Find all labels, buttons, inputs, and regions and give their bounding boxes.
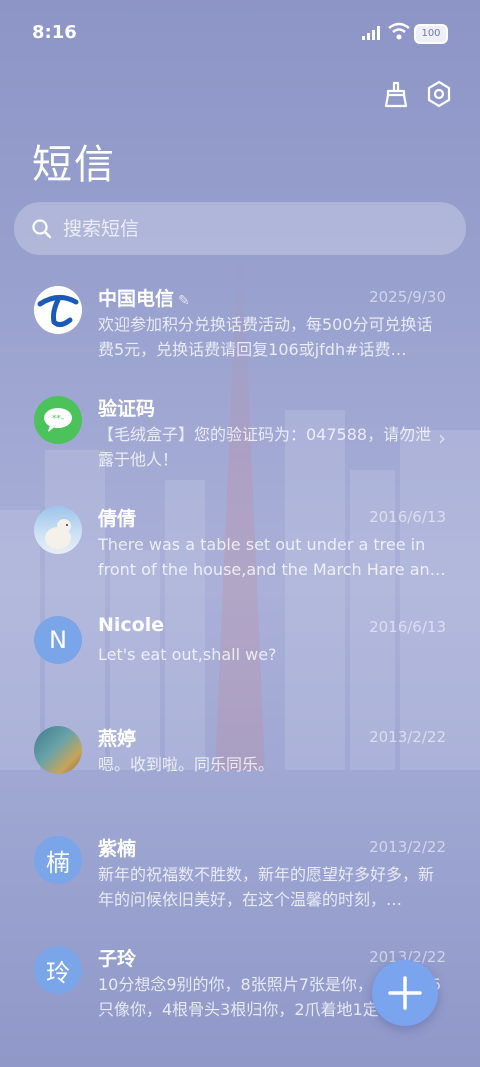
status-time: 8:16 xyxy=(32,22,77,43)
conversation-item-verification-code[interactable]: **- 验证码 【毛绒盒子】您的验证码为：047588，请勿泄露于他人！ › xyxy=(0,380,480,490)
conversation-date: 2013/2/22 xyxy=(369,728,446,746)
letter-avatar: N xyxy=(34,616,82,664)
conversation-preview: 嗯。收到啦。同乐同乐。 xyxy=(98,755,275,774)
search-input[interactable] xyxy=(53,216,466,241)
polar-bear-avatar xyxy=(34,506,82,554)
conversation-list: 中国电信 ✎ 2025/9/30 欢迎参加积分兑换话费活动，每500分可兑换话费5… xyxy=(0,270,480,1040)
conversation-date: 2013/2/22 xyxy=(369,838,446,856)
letter-avatar: 玲 xyxy=(34,946,82,994)
conversation-item-nicole[interactable]: N Nicole 2016/6/13 Let's eat out,shall w… xyxy=(0,600,480,710)
settings-gear-icon[interactable] xyxy=(423,78,455,110)
conversation-preview: 欢迎参加积分兑换话费活动，每500分可兑换话费5元，兑换话费请回复106或jfd… xyxy=(98,315,433,359)
conversation-item-qianqian[interactable]: 倩倩 2016/6/13 There was a table set out u… xyxy=(0,490,480,600)
chevron-right-icon: › xyxy=(438,426,446,450)
message-bubble-avatar: **- xyxy=(34,396,82,444)
china-telecom-avatar xyxy=(34,286,82,334)
landscape-avatar xyxy=(34,726,82,774)
conversation-date: 2016/6/13 xyxy=(369,508,446,526)
conversation-item-zinan[interactable]: 楠 紫楠 2013/2/22 新年的祝福数不胜数，新年的愿望好多好多，新年的问候… xyxy=(0,820,480,930)
conversation-date: 2016/6/13 xyxy=(369,618,446,636)
message-bubble-icon: **- xyxy=(44,408,72,432)
search-icon xyxy=(32,218,52,238)
signal-icon xyxy=(362,26,380,40)
wifi-icon xyxy=(388,22,410,40)
svg-text:**-: **- xyxy=(52,414,64,424)
compose-button[interactable] xyxy=(372,960,438,1026)
conversation-item-china-telecom[interactable]: 中国电信 ✎ 2025/9/30 欢迎参加积分兑换话费活动，每500分可兑换话费5… xyxy=(0,270,480,380)
search-bar[interactable] xyxy=(14,202,466,255)
conversation-item-yanting[interactable]: 燕婷 2013/2/22 嗯。收到啦。同乐同乐。 xyxy=(0,710,480,820)
page-title: 短信 xyxy=(32,142,116,188)
draft-pencil-icon: ✎ xyxy=(178,293,190,309)
conversation-date: 2025/9/30 xyxy=(369,288,446,306)
conversation-name: 紫楠 xyxy=(98,838,137,860)
conversation-preview: Let's eat out,shall we? xyxy=(98,645,277,664)
conversation-preview: There was a table set out under a tree i… xyxy=(98,535,446,579)
conversation-preview: 【毛绒盒子】您的验证码为：047588，请勿泄露于他人！ xyxy=(98,425,432,469)
status-bar: 8:16 100 xyxy=(0,0,480,68)
clean-broom-icon[interactable] xyxy=(380,78,412,110)
letter-avatar: 楠 xyxy=(34,836,82,884)
conversation-name: 验证码 xyxy=(98,398,156,420)
conversation-name: 燕婷 xyxy=(98,728,137,750)
conversation-name: Nicole xyxy=(98,614,165,636)
battery-level: 100 xyxy=(421,28,441,39)
battery-icon: 100 xyxy=(414,24,448,44)
conversation-name: 倩倩 xyxy=(98,508,137,530)
conversation-name: 子玲 xyxy=(98,948,137,970)
conversation-preview: 新年的祝福数不胜数，新年的愿望好多好多，新年的问候依旧美好，在这个温馨的时刻，… xyxy=(98,865,435,909)
conversation-name: 中国电信 xyxy=(98,288,175,310)
plus-icon xyxy=(388,976,422,1010)
